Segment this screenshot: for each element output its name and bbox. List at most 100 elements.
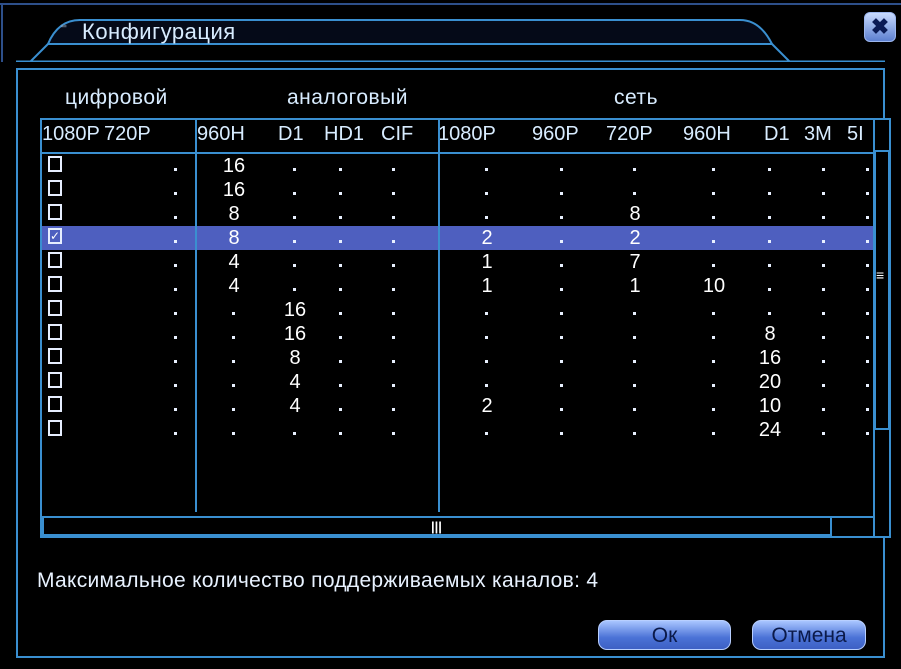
empty-cell-dot [633, 192, 636, 195]
close-button[interactable]: ✖ [864, 12, 896, 42]
empty-cell-dot [560, 216, 563, 219]
column-header: 960H [197, 123, 245, 145]
empty-cell-dot [866, 264, 869, 267]
empty-cell-dot [485, 216, 488, 219]
empty-cell-dot [174, 408, 177, 411]
table-cell: 4 [289, 371, 301, 393]
empty-cell-dot [712, 168, 715, 171]
table-cell: 16 [222, 179, 246, 201]
empty-cell-dot [392, 408, 395, 411]
row-checkbox[interactable]: ✓ [48, 228, 62, 244]
empty-cell-dot [768, 168, 771, 171]
empty-cell-dot [174, 192, 177, 195]
empty-cell-dot [560, 384, 563, 387]
row-checkbox[interactable] [48, 396, 62, 412]
table-row[interactable]: 16 [42, 298, 873, 322]
empty-cell-dot [866, 360, 869, 363]
empty-cell-dot [712, 240, 715, 243]
row-checkbox[interactable] [48, 348, 62, 364]
column-divider [438, 120, 440, 512]
column-header: 1080P [438, 123, 496, 145]
empty-cell-dot [339, 216, 342, 219]
empty-cell-dot [293, 192, 296, 195]
table-row[interactable]: 24 [42, 418, 873, 442]
table-row[interactable]: 16 8 [42, 322, 873, 346]
empty-cell-dot [293, 240, 296, 243]
empty-cell-dot [712, 192, 715, 195]
row-checkbox[interactable] [48, 324, 62, 340]
empty-cell-dot [633, 312, 636, 315]
empty-cell-dot [822, 360, 825, 363]
ok-button[interactable]: Ок [598, 620, 731, 650]
row-checkbox[interactable] [48, 252, 62, 268]
column-header: 720P [606, 123, 653, 145]
empty-cell-dot [633, 432, 636, 435]
vertical-grip-icon: ≡ [876, 267, 885, 283]
empty-cell-dot [339, 288, 342, 291]
table-row[interactable]: 16 [42, 154, 873, 178]
empty-cell-dot [822, 408, 825, 411]
empty-cell-dot [768, 240, 771, 243]
row-checkbox[interactable] [48, 420, 62, 436]
empty-cell-dot [768, 264, 771, 267]
empty-cell-dot [560, 312, 563, 315]
title-decoration-icon: ⁼ [60, 20, 68, 36]
row-checkbox[interactable] [48, 180, 62, 196]
table-row[interactable]: 4 2 10 [42, 394, 873, 418]
empty-cell-dot [560, 240, 563, 243]
empty-cell-dot [174, 264, 177, 267]
empty-cell-dot [560, 288, 563, 291]
max-channels-status: Максимальное количество поддерживаемых к… [37, 569, 599, 592]
table-row[interactable]: 4 20 [42, 370, 873, 394]
empty-cell-dot [339, 168, 342, 171]
column-header: 720P [104, 123, 151, 145]
empty-cell-dot [339, 240, 342, 243]
empty-cell-dot [339, 432, 342, 435]
empty-cell-dot [232, 432, 235, 435]
empty-cell-dot [768, 192, 771, 195]
empty-cell-dot [232, 408, 235, 411]
table-row[interactable]: 8 16 [42, 346, 873, 370]
empty-cell-dot [174, 384, 177, 387]
vertical-scroll-thumb[interactable] [874, 150, 890, 430]
row-checkbox[interactable] [48, 276, 62, 292]
empty-cell-dot [339, 264, 342, 267]
table-row[interactable]: 4 1 7 [42, 250, 873, 274]
column-header: 960H [683, 123, 731, 145]
empty-cell-dot [392, 360, 395, 363]
empty-cell-dot [174, 360, 177, 363]
config-dialog: ⁼ Конфигурация ✖ цифровой аналоговый сет… [0, 0, 901, 669]
row-checkbox[interactable] [48, 300, 62, 316]
table-cell: 16 [283, 299, 307, 321]
empty-cell-dot [392, 264, 395, 267]
row-checkbox[interactable] [48, 204, 62, 220]
table-cell: 1 [481, 275, 493, 297]
empty-cell-dot [485, 432, 488, 435]
table-cell: 2 [629, 227, 641, 249]
cancel-button[interactable]: Отмена [752, 620, 866, 650]
empty-cell-dot [712, 216, 715, 219]
table-row[interactable]: 4 1 1 10 [42, 274, 873, 298]
group-label-digital: цифровой [65, 86, 168, 109]
table-row[interactable]: 88 [42, 202, 873, 226]
table-cell: 20 [758, 371, 782, 393]
row-checkbox[interactable] [48, 156, 62, 172]
row-checkbox[interactable] [48, 372, 62, 388]
empty-cell-dot [485, 360, 488, 363]
empty-cell-dot [560, 168, 563, 171]
empty-cell-dot [866, 288, 869, 291]
table-cell: 8 [764, 323, 776, 345]
table-cell: 16 [758, 347, 782, 369]
table-cell: 10 [758, 395, 782, 417]
empty-cell-dot [633, 336, 636, 339]
group-label-analog: аналоговый [287, 86, 408, 109]
column-header: 960P [532, 123, 579, 145]
empty-cell-dot [822, 264, 825, 267]
empty-cell-dot [866, 240, 869, 243]
channel-config-table: 1080P 720P 960H D1 HD1 CIF 1080P 960P 720P 960H D1… [40, 118, 875, 538]
table-cell: 8 [228, 227, 240, 249]
empty-cell-dot [392, 336, 395, 339]
table-row[interactable]: ✓ 8 2 2 [42, 226, 873, 250]
table-row[interactable]: 16 [42, 178, 873, 202]
empty-cell-dot [339, 408, 342, 411]
